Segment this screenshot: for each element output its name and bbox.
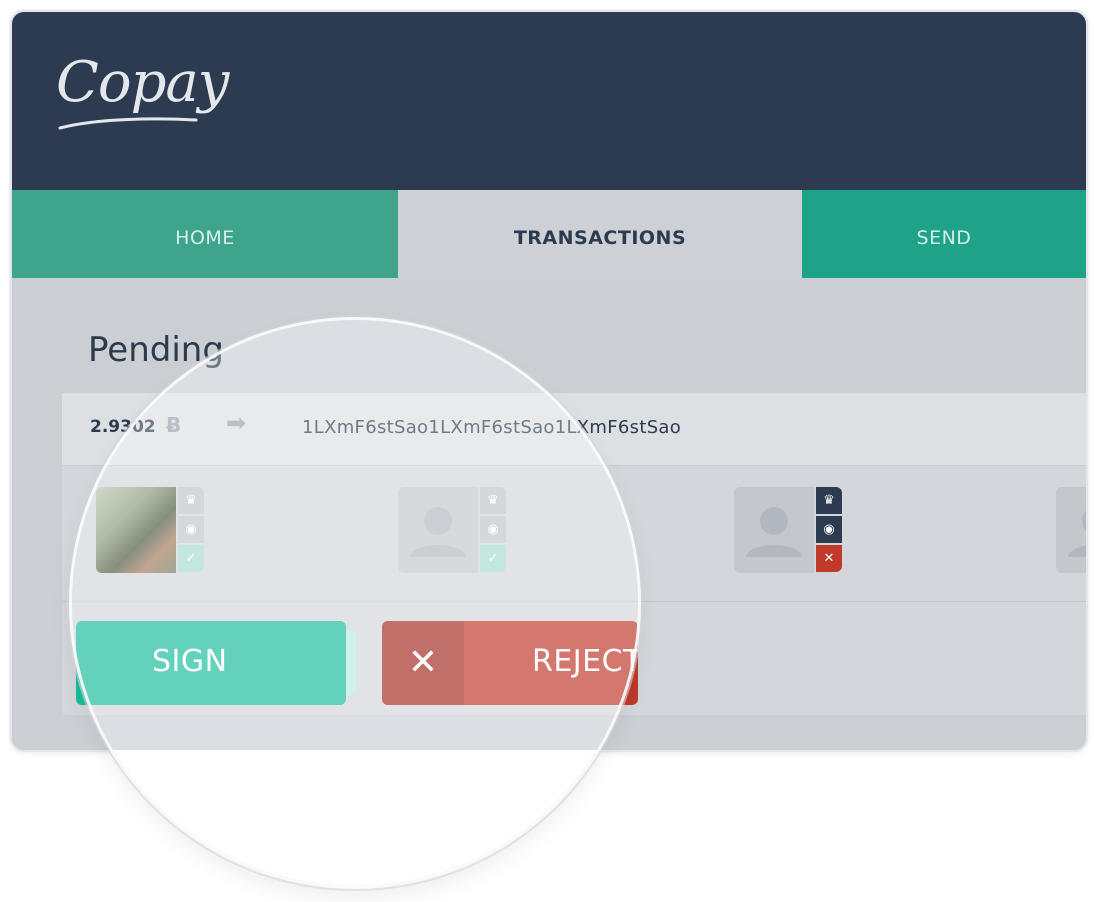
copayer-status: ♛ ◉ ✓ bbox=[480, 487, 506, 573]
bitcoin-icon: Ƀ bbox=[166, 413, 182, 437]
crown-icon: ♛ bbox=[816, 487, 842, 514]
tab-bar: HOME TRANSACTIONS SEND bbox=[12, 190, 1086, 278]
avatar bbox=[1056, 487, 1086, 573]
check-icon: ✓ bbox=[480, 545, 506, 572]
reject-button[interactable]: ✕ REJECT bbox=[382, 621, 638, 705]
transaction-actions: SIGN ✕ REJECT bbox=[62, 603, 1086, 715]
copayer-item: ♛ ◉ ✓ bbox=[398, 487, 506, 573]
close-icon: ✕ bbox=[382, 621, 464, 705]
pending-transaction-card: 2.9302 Ƀ ➡ 1LXmF6stSao1LXmF6stSao1LXmF6s… bbox=[62, 393, 1086, 715]
eye-icon: ◉ bbox=[480, 516, 506, 543]
eye-icon: ◉ bbox=[816, 516, 842, 543]
eye-icon: ◉ bbox=[178, 516, 204, 543]
avatar bbox=[398, 487, 478, 573]
logo-underline bbox=[58, 117, 198, 130]
copay-logo[interactable]: Copay bbox=[56, 50, 229, 115]
sign-button[interactable]: SIGN bbox=[76, 621, 346, 705]
copayer-item: ♛ ◉ ✓ bbox=[96, 487, 204, 573]
user-placeholder-icon bbox=[410, 507, 466, 557]
avatar bbox=[734, 487, 814, 573]
tab-home[interactable]: HOME bbox=[12, 190, 398, 278]
avatar bbox=[96, 487, 176, 573]
tab-transactions[interactable]: TRANSACTIONS bbox=[398, 190, 802, 278]
destination-address: 1LXmF6stSao1LXmF6stSao1LXmF6stSao bbox=[302, 417, 682, 438]
user-placeholder-icon bbox=[746, 507, 802, 557]
crown-icon: ♛ bbox=[480, 487, 506, 514]
copayer-list: ♛ ◉ ✓ ♛ ◉ ✓ ♛ ◉ ✕ bbox=[62, 465, 1086, 602]
transaction-amount: 2.9302 bbox=[90, 417, 156, 437]
pending-heading: Pending bbox=[88, 330, 224, 370]
transaction-summary-row: 2.9302 Ƀ ➡ 1LXmF6stSao1LXmF6stSao1LXmF6s… bbox=[62, 393, 1086, 466]
reject-button-label: REJECT bbox=[532, 644, 638, 679]
copayer-status: ♛ ◉ ✓ bbox=[178, 487, 204, 573]
copayer-item: ♛ ◉ ✕ bbox=[734, 487, 842, 573]
arrow-right-icon: ➡ bbox=[226, 409, 247, 437]
app-window: Copay HOME TRANSACTIONS SEND Pending 2.9… bbox=[10, 10, 1088, 752]
crown-icon: ♛ bbox=[178, 487, 204, 514]
copayer-status: ♛ ◉ ✕ bbox=[816, 487, 842, 573]
user-placeholder-icon bbox=[1068, 511, 1086, 557]
close-icon: ✕ bbox=[816, 545, 842, 572]
check-icon: ✓ bbox=[178, 545, 204, 572]
copayer-item bbox=[1056, 487, 1086, 573]
app-header: Copay bbox=[12, 12, 1086, 190]
tab-send[interactable]: SEND bbox=[802, 190, 1086, 278]
